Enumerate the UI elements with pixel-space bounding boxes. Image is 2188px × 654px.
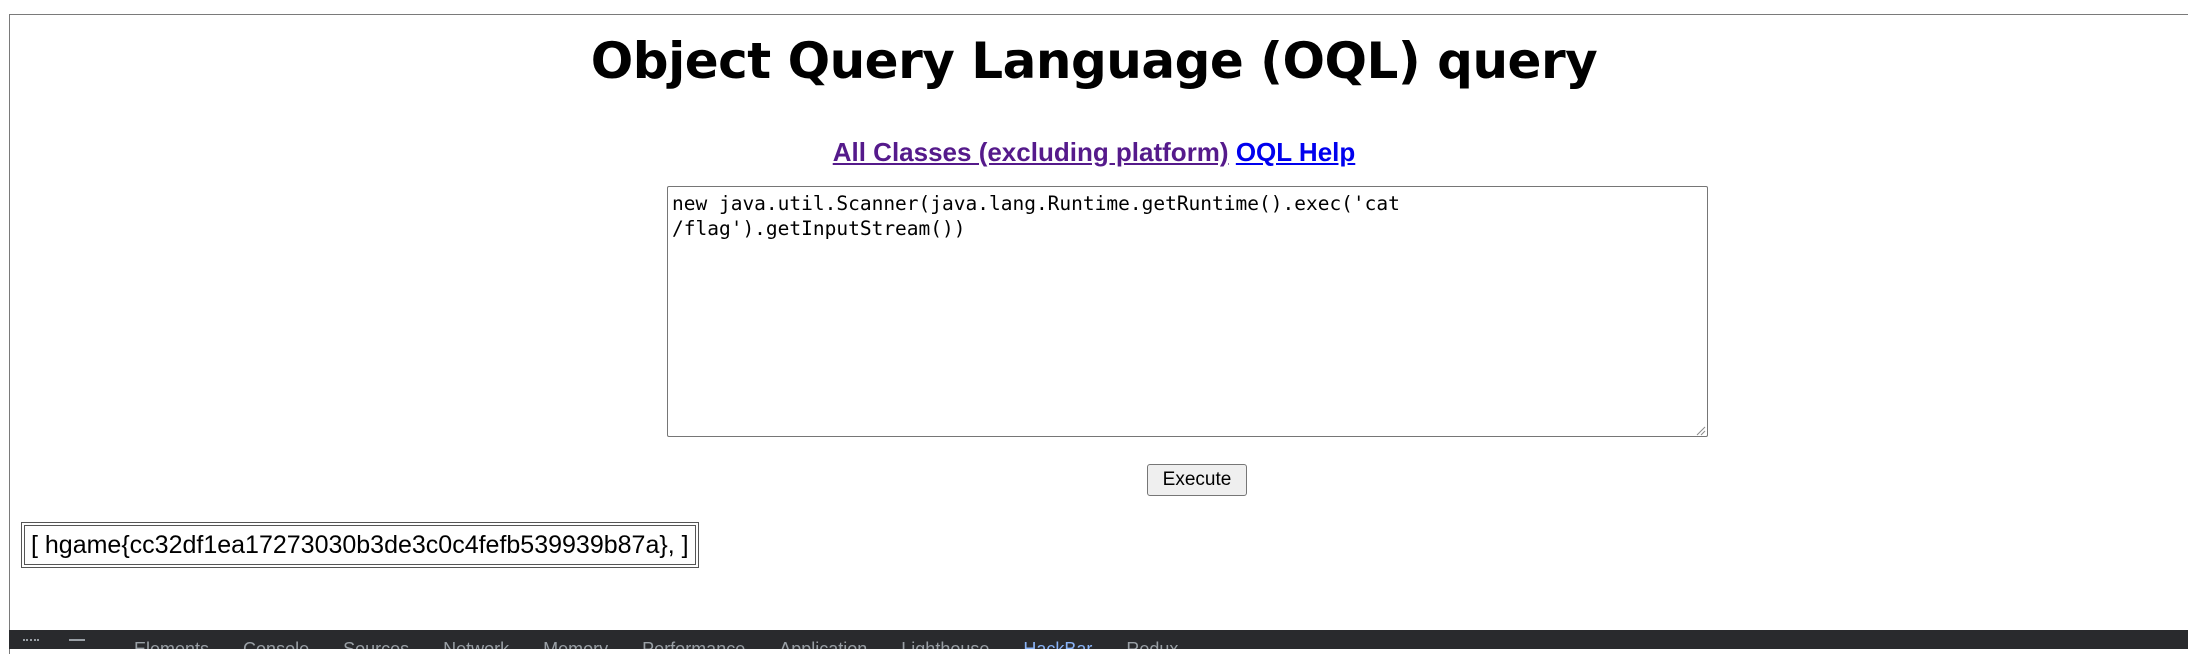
devtools-tab-memory[interactable]: Memory: [543, 639, 608, 649]
inspect-element-icon[interactable]: [23, 639, 39, 649]
devtools-tab-hackbar[interactable]: HackBar: [1023, 639, 1092, 649]
result-table: [ hgame{cc32df1ea17273030b3de3c0c4fefb53…: [21, 522, 699, 568]
oql-query-input[interactable]: [667, 186, 1708, 437]
devtools-tab-lighthouse[interactable]: Lighthouse: [901, 639, 989, 649]
all-classes-link[interactable]: All Classes (excluding platform): [833, 137, 1229, 167]
devtools-tab-application[interactable]: Application: [779, 639, 867, 649]
devtools-toolbar: Elements Console Sources Network Memory Perfo…: [9, 630, 2188, 649]
result-cell: [ hgame{cc32df1ea17273030b3de3c0c4fefb53…: [24, 525, 696, 565]
devtools-tab-network[interactable]: Network: [443, 639, 509, 649]
page-title: Object Query Language (OQL) query: [590, 32, 1598, 90]
devtools-tab-sources[interactable]: Sources: [343, 639, 409, 649]
devtools-tab-performance[interactable]: Performance: [642, 639, 745, 649]
execute-button[interactable]: Execute: [1147, 464, 1247, 496]
devtools-tab-redux[interactable]: Redux: [1126, 639, 1178, 649]
devtools-tab-elements[interactable]: Elements: [134, 639, 209, 649]
devtools-tab-console[interactable]: Console: [243, 639, 309, 649]
nav-links: All Classes (excluding platform) OQL Hel…: [0, 137, 2188, 168]
oql-help-link[interactable]: OQL Help: [1236, 137, 1355, 167]
device-toolbar-icon[interactable]: [69, 639, 85, 649]
devtools-tabs: Elements Console Sources Network Memory Perfo…: [134, 639, 1212, 649]
